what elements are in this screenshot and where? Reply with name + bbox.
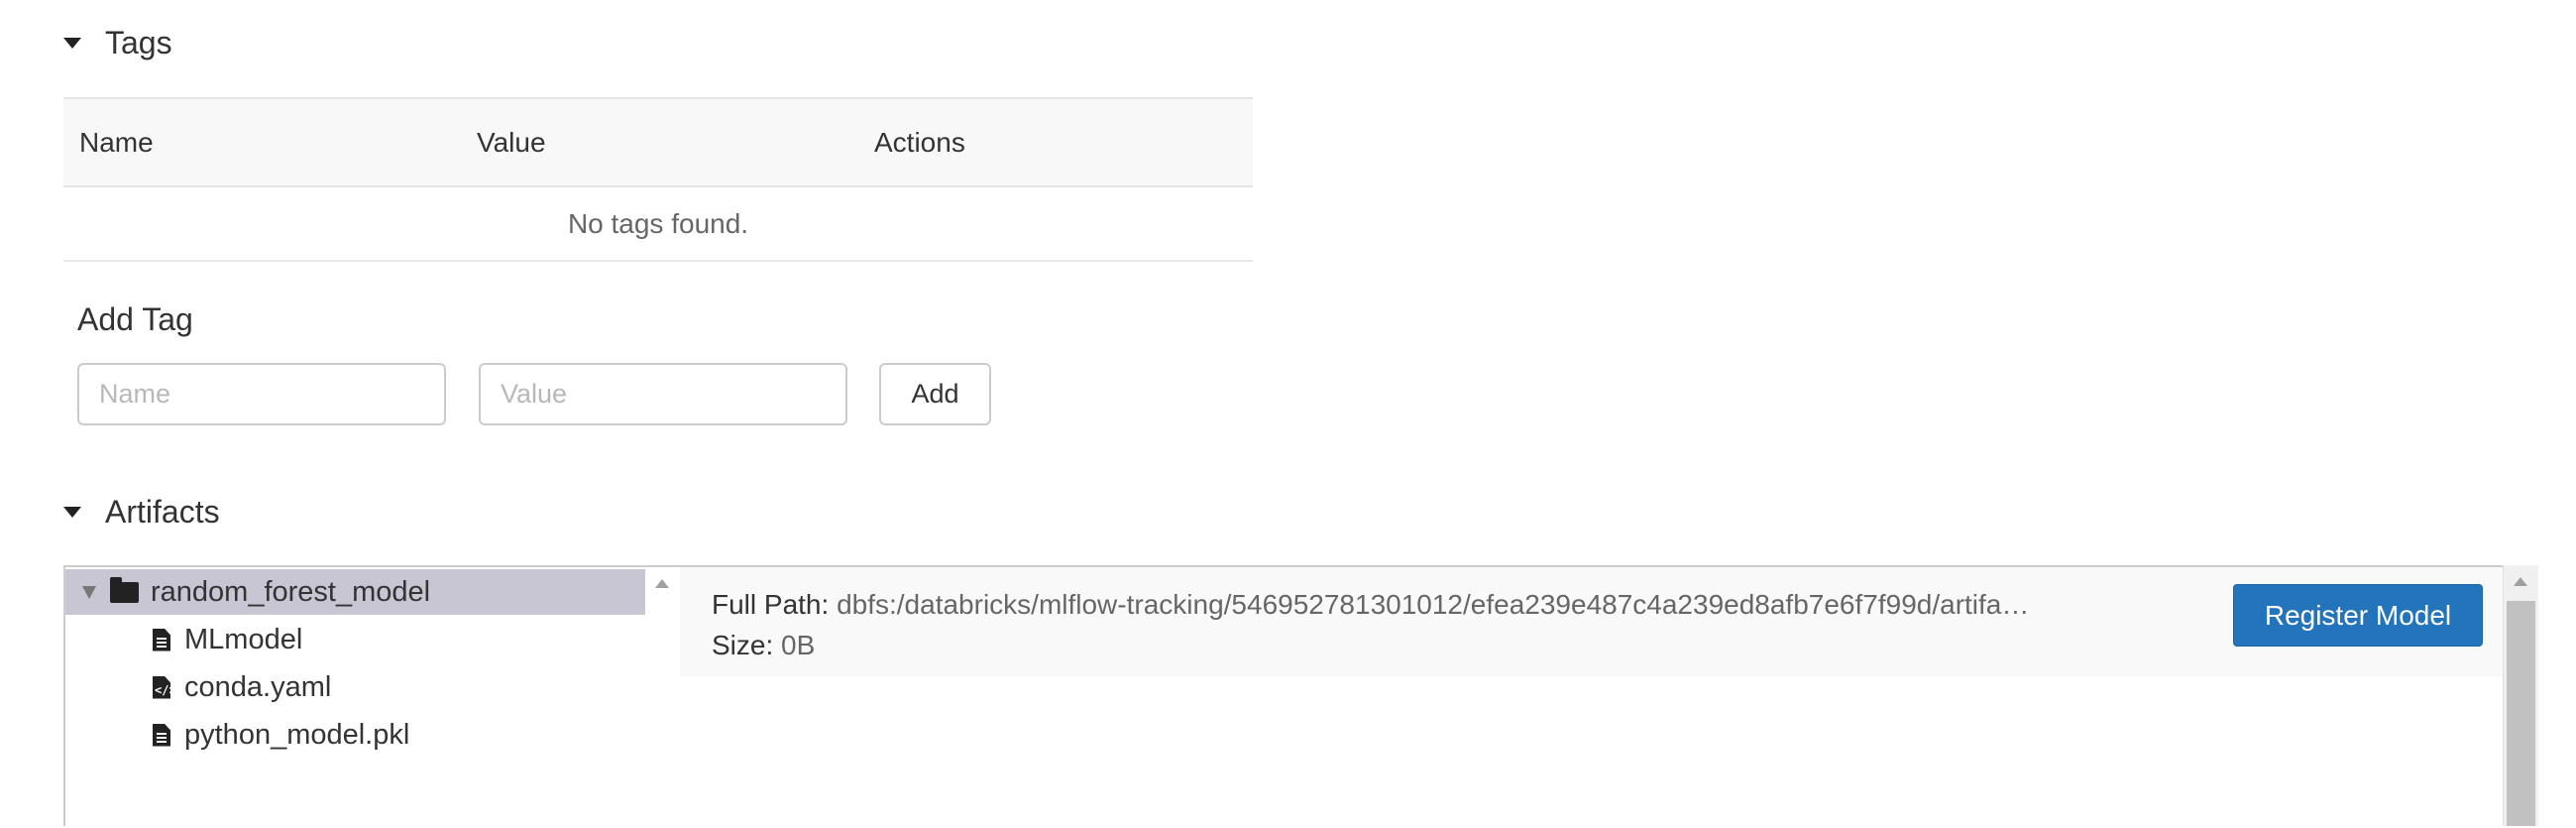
detail-scrollbar[interactable] — [2503, 565, 2538, 826]
full-path-label: Full Path: — [712, 589, 830, 620]
file-text-icon — [153, 723, 170, 747]
tree-file-label: MLmodel — [184, 623, 303, 655]
tag-value-input[interactable] — [479, 363, 847, 425]
column-header-value: Value — [477, 127, 546, 158]
tags-section-title: Tags — [105, 25, 172, 60]
size-value: 0B — [781, 630, 816, 660]
tree-file-python-model-pkl[interactable]: python_model.pkl — [65, 712, 645, 758]
scrollbar-thumb[interactable] — [2507, 601, 2535, 826]
artifact-tree: random_forest_model MLmodel </> conda.ya… — [65, 567, 645, 828]
file-code-icon: </> — [153, 675, 170, 699]
column-header-actions: Actions — [874, 127, 965, 158]
tree-expand-toggle-icon[interactable] — [82, 585, 96, 599]
artifact-detail-pane: Full Path: dbfs:/databricks/mlflow-track… — [680, 567, 2523, 828]
register-model-button[interactable]: Register Model — [2233, 584, 2483, 647]
folder-icon — [110, 576, 139, 603]
scroll-up-arrow-icon[interactable] — [655, 579, 669, 588]
scroll-up-arrow-icon[interactable] — [2514, 577, 2527, 586]
full-path-line: Full Path: dbfs:/databricks/mlflow-track… — [712, 589, 2029, 621]
tree-file-mlmodel[interactable]: MLmodel — [65, 617, 645, 662]
artifacts-browser: random_forest_model MLmodel </> conda.ya… — [63, 565, 2523, 828]
tags-table-header: Name Value Actions — [63, 97, 1253, 187]
size-line: Size: 0B — [712, 630, 815, 661]
tags-table: Name Value Actions No tags found. — [63, 97, 1253, 263]
add-tag-button[interactable]: Add — [879, 363, 991, 425]
artifacts-section-toggle[interactable]: Artifacts — [63, 494, 220, 531]
size-label: Size: — [712, 630, 774, 660]
tree-file-label: conda.yaml — [184, 670, 332, 703]
tree-file-conda-yaml[interactable]: </> conda.yaml — [65, 664, 645, 710]
artifact-detail-header: Full Path: dbfs:/databricks/mlflow-track… — [680, 567, 2523, 676]
file-text-icon — [153, 628, 170, 651]
add-tag-title: Add Tag — [77, 301, 193, 337]
artifacts-section-title: Artifacts — [105, 494, 220, 530]
full-path-value: dbfs:/databricks/mlflow-tracking/5469527… — [837, 589, 2030, 620]
tag-name-input[interactable] — [77, 363, 446, 425]
column-header-name: Name — [79, 127, 154, 158]
tree-scrollbar[interactable] — [645, 567, 680, 828]
tags-empty-message: No tags found. — [63, 187, 1253, 262]
caret-down-icon — [63, 507, 81, 518]
tree-folder-random-forest-model[interactable]: random_forest_model — [65, 569, 645, 615]
tree-file-label: python_model.pkl — [184, 718, 410, 751]
tags-section-toggle[interactable]: Tags — [63, 25, 172, 61]
tree-folder-label: random_forest_model — [151, 575, 431, 608]
caret-down-icon — [63, 38, 81, 49]
